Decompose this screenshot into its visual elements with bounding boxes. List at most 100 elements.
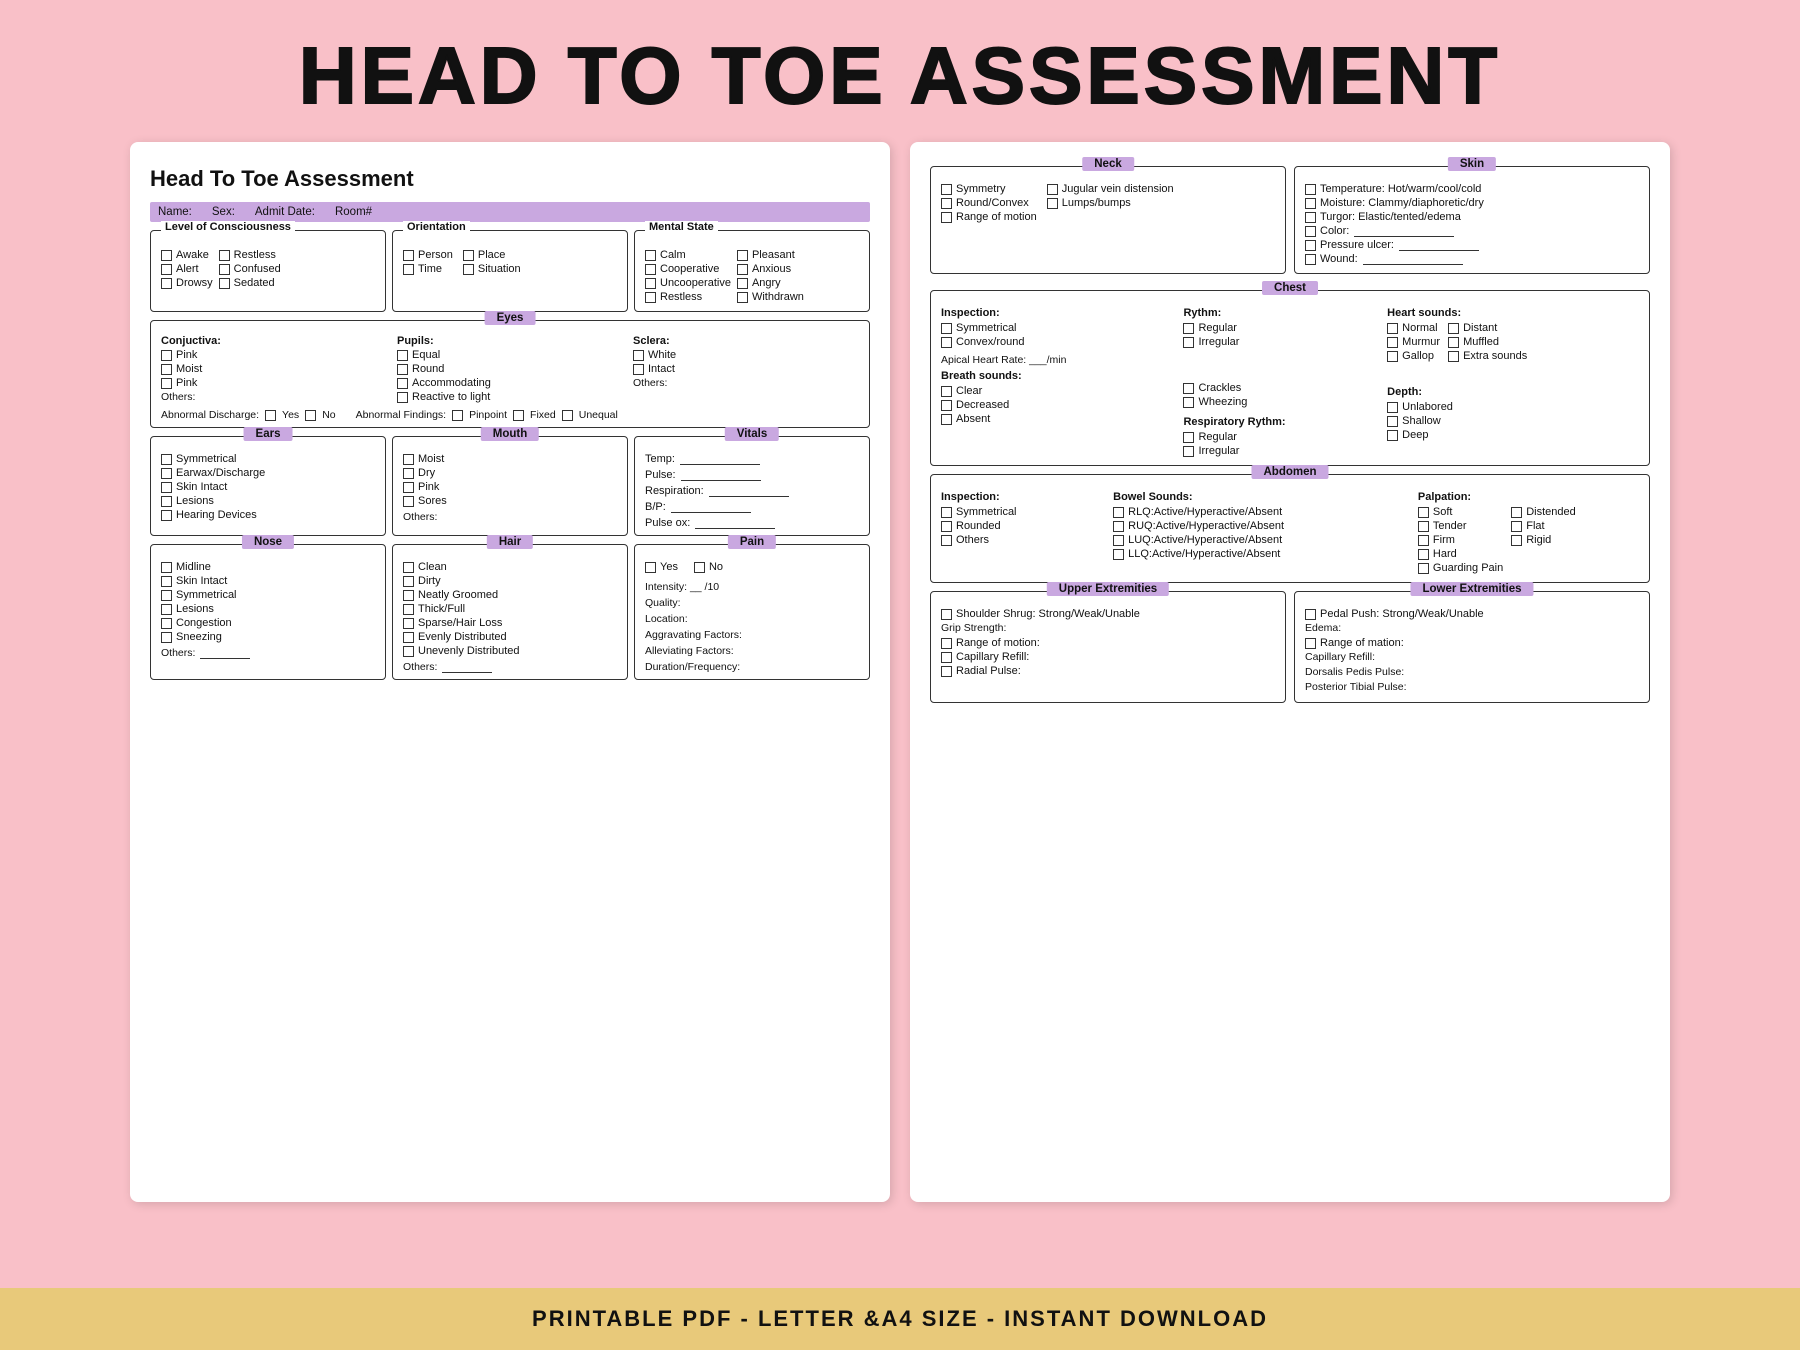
cb-breath-clear[interactable] — [941, 386, 952, 397]
cb-ms-restless[interactable] — [645, 292, 656, 303]
cb-llq[interactable] — [1113, 549, 1124, 560]
cb-cooperative[interactable] — [645, 264, 656, 275]
cb-alert[interactable] — [161, 264, 172, 275]
cb-rythm-irreg[interactable] — [1183, 337, 1194, 348]
cb-palp-soft[interactable] — [1418, 507, 1429, 518]
cb-palp-flat[interactable] — [1511, 521, 1522, 532]
cb-mouth-sores[interactable] — [403, 496, 414, 507]
cb-nose-midline[interactable] — [161, 562, 172, 573]
cb-chest-convex[interactable] — [941, 337, 952, 348]
cb-skin-turgor[interactable] — [1305, 212, 1316, 223]
cb-nose-lesions[interactable] — [161, 604, 172, 615]
cb-skin-pressure[interactable] — [1305, 240, 1316, 251]
cb-nose-skin[interactable] — [161, 576, 172, 587]
cb-calm[interactable] — [645, 250, 656, 261]
cb-heart-distant[interactable] — [1448, 323, 1459, 334]
cb-palp-tender[interactable] — [1418, 521, 1429, 532]
cb-chest-sym[interactable] — [941, 323, 952, 334]
cb-angry[interactable] — [737, 278, 748, 289]
cb-resp-reg[interactable] — [1183, 432, 1194, 443]
cb-conj-moist[interactable] — [161, 364, 172, 375]
cb-sclera-white[interactable] — [633, 350, 644, 361]
cb-breath-absent[interactable] — [941, 414, 952, 425]
cb-drowsy[interactable] — [161, 278, 172, 289]
cb-deep[interactable] — [1387, 430, 1398, 441]
cb-restless[interactable] — [219, 250, 230, 261]
cb-heart-gallop[interactable] — [1387, 351, 1398, 362]
cb-ue-cap-refill[interactable] — [941, 652, 952, 663]
cb-resp-irreg[interactable] — [1183, 446, 1194, 457]
cb-discharge-no[interactable] — [305, 410, 316, 421]
cb-earwax[interactable] — [161, 468, 172, 479]
cb-sclera-intact[interactable] — [633, 364, 644, 375]
cb-unlabored[interactable] — [1387, 402, 1398, 413]
cb-shallow[interactable] — [1387, 416, 1398, 427]
cb-hair-unevenly[interactable] — [403, 646, 414, 657]
cb-rlq[interactable] — [1113, 507, 1124, 518]
cb-nose-sym[interactable] — [161, 590, 172, 601]
cb-pleasant[interactable] — [737, 250, 748, 261]
cb-place[interactable] — [463, 250, 474, 261]
cb-hair-evenly[interactable] — [403, 632, 414, 643]
cb-hair-clean[interactable] — [403, 562, 414, 573]
cb-pupils-reactive[interactable] — [397, 392, 408, 403]
cb-uncooperative[interactable] — [645, 278, 656, 289]
cb-hearing[interactable] — [161, 510, 172, 521]
cb-pupils-equal[interactable] — [397, 350, 408, 361]
cb-hair-sparse[interactable] — [403, 618, 414, 629]
cb-neck-rom[interactable] — [941, 212, 952, 223]
cb-situation[interactable] — [463, 264, 474, 275]
cb-abd-rounded[interactable] — [941, 521, 952, 532]
cb-pupils-accommodating[interactable] — [397, 378, 408, 389]
cb-le-rom[interactable] — [1305, 638, 1316, 649]
cb-withdrawn[interactable] — [737, 292, 748, 303]
cb-nose-congestion[interactable] — [161, 618, 172, 629]
cb-confused[interactable] — [219, 264, 230, 275]
cb-skin-wound[interactable] — [1305, 254, 1316, 265]
cb-le-pedal[interactable] — [1305, 609, 1316, 620]
cb-skin-temp[interactable] — [1305, 184, 1316, 195]
cb-pain-yes[interactable] — [645, 562, 656, 573]
cb-palp-guarding[interactable] — [1418, 563, 1429, 574]
cb-sedated[interactable] — [219, 278, 230, 289]
cb-nose-sneezing[interactable] — [161, 632, 172, 643]
cb-palp-hard[interactable] — [1418, 549, 1429, 560]
cb-neck-sym[interactable] — [941, 184, 952, 195]
cb-luq[interactable] — [1113, 535, 1124, 546]
cb-conj-pink2[interactable] — [161, 378, 172, 389]
cb-heart-muffled[interactable] — [1448, 337, 1459, 348]
cb-ears-lesions[interactable] — [161, 496, 172, 507]
cb-ears-skin[interactable] — [161, 482, 172, 493]
cb-rythm-reg[interactable] — [1183, 323, 1194, 334]
cb-heart-normal[interactable] — [1387, 323, 1398, 334]
cb-skin-moist[interactable] — [1305, 198, 1316, 209]
cb-hair-dirty[interactable] — [403, 576, 414, 587]
cb-palp-rigid[interactable] — [1511, 535, 1522, 546]
cb-wheezing[interactable] — [1183, 397, 1194, 408]
cb-ue-radial[interactable] — [941, 666, 952, 677]
cb-awake[interactable] — [161, 250, 172, 261]
cb-crackles[interactable] — [1183, 383, 1194, 394]
cb-ue-rom[interactable] — [941, 638, 952, 649]
cb-mouth-pink[interactable] — [403, 482, 414, 493]
cb-unequal[interactable] — [562, 410, 573, 421]
cb-ue-shoulder[interactable] — [941, 609, 952, 620]
cb-pupils-round[interactable] — [397, 364, 408, 375]
cb-person[interactable] — [403, 250, 414, 261]
cb-heart-murmur[interactable] — [1387, 337, 1398, 348]
cb-anxious[interactable] — [737, 264, 748, 275]
cb-abd-others[interactable] — [941, 535, 952, 546]
cb-pinpoint[interactable] — [452, 410, 463, 421]
cb-skin-color[interactable] — [1305, 226, 1316, 237]
cb-fixed[interactable] — [513, 410, 524, 421]
cb-hair-thick[interactable] — [403, 604, 414, 615]
cb-neck-round[interactable] — [941, 198, 952, 209]
cb-pain-no[interactable] — [694, 562, 705, 573]
cb-lumps[interactable] — [1047, 198, 1058, 209]
cb-ruq[interactable] — [1113, 521, 1124, 532]
cb-mouth-moist[interactable] — [403, 454, 414, 465]
cb-time[interactable] — [403, 264, 414, 275]
cb-jugular[interactable] — [1047, 184, 1058, 195]
cb-abd-sym[interactable] — [941, 507, 952, 518]
cb-mouth-dry[interactable] — [403, 468, 414, 479]
